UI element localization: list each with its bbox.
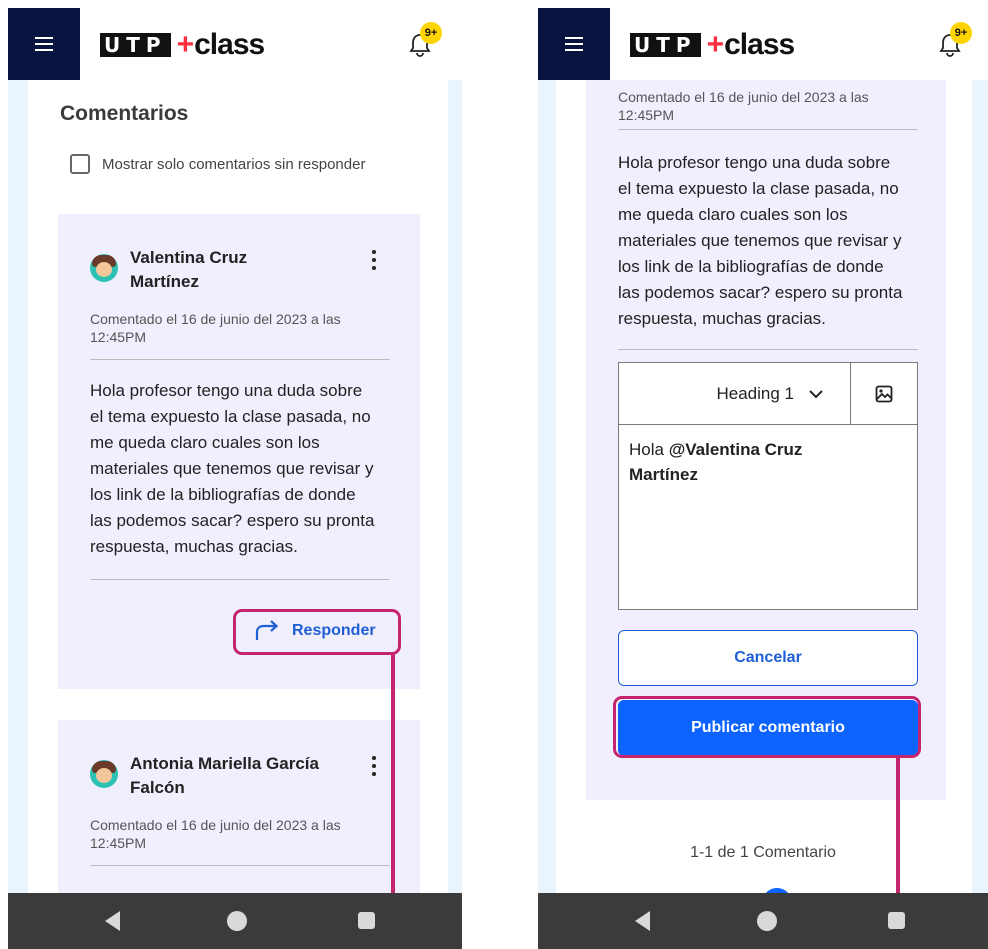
notifications-button[interactable]: 9+: [406, 22, 442, 60]
divider: [90, 865, 390, 866]
logo-plus: +: [176, 28, 195, 61]
date-line: 12:45PM: [618, 107, 675, 123]
heading-dropdown[interactable]: Heading 1: [619, 363, 851, 424]
logo-letter-p: P: [675, 33, 697, 57]
comment-body-line: las podemos sacar? espero su pronta: [90, 511, 375, 530]
avatar: [90, 254, 118, 282]
reply-highlight: [233, 609, 401, 655]
author-name-line: Valentina Cruz: [130, 248, 248, 267]
divider: [90, 579, 390, 580]
comments-panel: Comentado el 16 de junio del 2023 a las …: [556, 80, 972, 949]
logo-letter-t: T: [126, 33, 146, 57]
comments-panel: Comentarios Mostrar solo comentarios sin…: [28, 80, 448, 949]
logo-letter-u: U: [104, 33, 127, 57]
recent-apps-icon[interactable]: [358, 912, 375, 929]
more-options-icon[interactable]: [371, 250, 377, 272]
logo-class-text: class: [194, 28, 265, 61]
reply-editor: Heading 1 Hola @Valentina Cruz Martínez: [618, 362, 918, 610]
reply-prefix: Hola: [629, 440, 669, 459]
comment-author: Antonia Mariella García Falcón: [130, 752, 319, 800]
back-icon[interactable]: [635, 911, 650, 931]
image-icon: [875, 385, 893, 402]
divider: [618, 129, 918, 130]
comment-body-line: me queda claro cuales son los: [618, 205, 848, 224]
date-line: Comentado el 16 de junio del 2023 a las: [90, 817, 341, 833]
author-name-line: Falcón: [130, 778, 185, 797]
menu-button[interactable]: [538, 8, 610, 80]
author-name-line: Martínez: [130, 272, 199, 291]
comment-body-line: el tema expuesto la clase pasada, no: [618, 179, 899, 198]
notifications-button[interactable]: 9+: [936, 22, 972, 60]
app-header: UTP + class 9+: [538, 8, 988, 80]
back-icon[interactable]: [105, 911, 120, 931]
pagination-summary: 1-1 de 1 Comentario: [690, 844, 836, 861]
reply-text-line: Hola @Valentina Cruz: [629, 437, 907, 462]
mention: Martínez: [629, 465, 698, 484]
home-icon[interactable]: [227, 911, 247, 931]
comment-body-line: respuesta, muchas gracias.: [90, 537, 298, 556]
comment-body-line: el tema expuesto la clase pasada, no: [90, 407, 371, 426]
editor-toolbar: Heading 1: [619, 363, 917, 425]
unanswered-checkbox[interactable]: [70, 154, 90, 174]
hamburger-icon: [35, 37, 53, 51]
heading-dropdown-label: Heading 1: [716, 383, 794, 403]
divider: [618, 349, 918, 350]
unanswered-filter-label: Mostrar solo comentarios sin responder: [102, 155, 366, 173]
home-icon[interactable]: [757, 911, 777, 931]
reply-textarea[interactable]: Hola @Valentina Cruz Martínez: [619, 425, 917, 609]
logo-class-text: class: [724, 28, 795, 61]
notification-badge: 9+: [420, 22, 442, 44]
logo-letter-t: T: [656, 33, 676, 57]
comment-body-line: los link de la bibliografías de donde: [90, 485, 356, 504]
comment-body-line: Hola profesor tengo una duda sobre: [90, 381, 363, 400]
utp-class-logo[interactable]: UTP + class: [100, 28, 265, 62]
insert-image-button[interactable]: [851, 363, 917, 424]
app-header: UTP + class 9+: [8, 8, 462, 80]
comment-body-line: materiales que tenemos que revisar y: [618, 231, 902, 250]
more-options-icon[interactable]: [371, 756, 377, 778]
comment-body-line: me queda claro cuales son los: [90, 433, 320, 452]
comment-body-line: respuesta, muchas gracias.: [618, 309, 826, 328]
phone-screen-left: UTP + class 9+ Comentarios Mostrar solo …: [8, 8, 462, 949]
comments-title: Comentarios: [60, 102, 189, 125]
comment-date: Comentado el 16 de junio del 2023 a las …: [90, 310, 341, 346]
logo-letter-u: U: [634, 33, 657, 57]
comment-body: Hola profesor tengo una duda sobre el te…: [90, 378, 374, 560]
date-line: Comentado el 16 de junio del 2023 a las: [90, 311, 341, 327]
android-nav-bar: [538, 893, 988, 949]
hamburger-icon: [565, 37, 583, 51]
comment-date: Comentado el 16 de junio del 2023 a las …: [618, 88, 869, 124]
unanswered-filter[interactable]: Mostrar solo comentarios sin responder: [70, 154, 365, 174]
author-name-line: Antonia Mariella García: [130, 754, 319, 773]
comment-body-line: materiales que tenemos que revisar y: [90, 459, 374, 478]
publish-highlight: [613, 696, 921, 758]
notification-badge: 9+: [950, 22, 972, 44]
menu-button[interactable]: [8, 8, 80, 80]
date-line: Comentado el 16 de junio del 2023 a las: [618, 89, 869, 105]
logo-plus: +: [706, 28, 725, 61]
comment-body-line: Hola profesor tengo una duda sobre: [618, 153, 891, 172]
mention: @Valentina Cruz: [668, 440, 803, 459]
divider: [90, 359, 390, 360]
comment-card: Comentado el 16 de junio del 2023 a las …: [586, 80, 946, 800]
cancel-button[interactable]: Cancelar: [618, 630, 918, 686]
date-line: 12:45PM: [90, 835, 147, 851]
logo-letter-p: P: [145, 33, 167, 57]
android-nav-bar: [8, 893, 462, 949]
avatar: [90, 760, 118, 788]
comment-body-line: las podemos sacar? espero su pronta: [618, 283, 903, 302]
comment-author: Valentina Cruz Martínez: [130, 246, 247, 294]
date-line: 12:45PM: [90, 329, 147, 345]
reply-text-line: Martínez: [629, 462, 907, 487]
comment-body-line: los link de la bibliografías de donde: [618, 257, 884, 276]
comment-date: Comentado el 16 de junio del 2023 a las …: [90, 816, 341, 852]
chevron-down-icon: [809, 389, 823, 398]
utp-class-logo[interactable]: UTP + class: [630, 28, 795, 62]
recent-apps-icon[interactable]: [888, 912, 905, 929]
phone-screen-right: UTP + class 9+ Comentado el 16 de junio …: [538, 8, 988, 949]
comment-body: Hola profesor tengo una duda sobre el te…: [618, 150, 902, 332]
